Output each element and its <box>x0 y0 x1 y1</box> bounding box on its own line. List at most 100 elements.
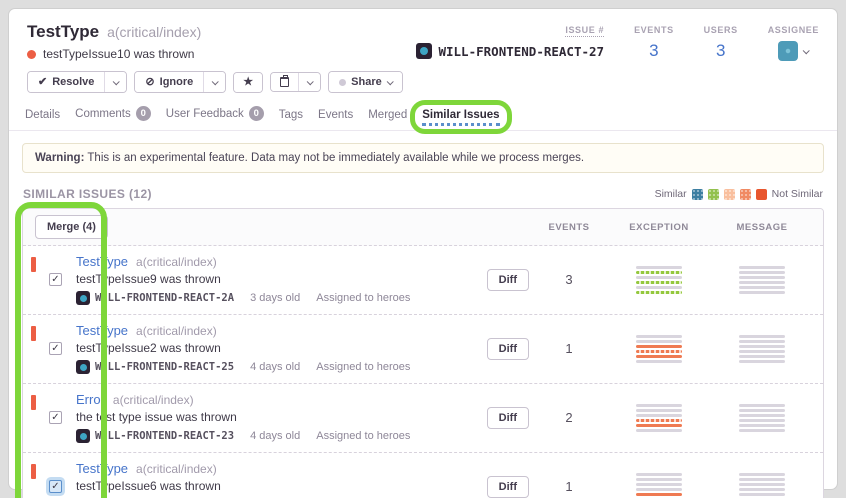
issue-link[interactable]: TestType <box>76 254 128 269</box>
tab-similar-issues[interactable]: Similar Issues <box>422 109 499 130</box>
issue-message: testTypeIssue2 was thrown <box>76 341 487 355</box>
similarity-bar <box>636 281 682 284</box>
similarity-bar <box>636 483 682 486</box>
share-button[interactable]: Share <box>329 72 402 92</box>
delete-button[interactable] <box>271 73 298 91</box>
issue-age: 3 days old <box>250 292 300 304</box>
table-row: ✓ Error a(critical/index) the test type … <box>23 384 823 453</box>
issue-short-id[interactable]: WILL-FRONTEND-REACT-27 <box>438 44 604 59</box>
similarity-bar <box>739 429 785 432</box>
merge-button[interactable]: Merge (4) <box>35 215 108 239</box>
users-count[interactable]: 3 <box>716 41 725 61</box>
ignore-dropdown-button[interactable] <box>203 72 225 92</box>
assignee-avatar <box>778 41 798 61</box>
legend-swatch-2 <box>708 189 719 200</box>
issue-link[interactable]: TestType <box>76 323 128 338</box>
events-count[interactable]: 3 <box>649 41 658 61</box>
project-platform-icon <box>76 360 90 374</box>
tab-user-feedback[interactable]: User Feedback0 <box>166 106 264 130</box>
message-similarity-graphic <box>713 404 811 432</box>
legend-swatch-3 <box>724 189 735 200</box>
ignore-button[interactable]: ⊘ Ignore <box>135 72 203 92</box>
table-header: Merge (4) EVENTS EXCEPTION MESSAGE <box>23 209 823 246</box>
column-header-events: EVENTS <box>533 222 605 233</box>
similarity-bar <box>636 340 682 343</box>
column-header-message: MESSAGE <box>713 222 811 233</box>
tab-details[interactable]: Details <box>25 109 60 130</box>
legend-swatch-5 <box>756 189 767 200</box>
similarity-bar <box>636 488 682 491</box>
action-toolbar: ✔ Resolve ⊘ Ignore ★ <box>9 61 837 102</box>
trash-icon <box>280 77 289 87</box>
assignee-selector[interactable] <box>778 41 808 61</box>
row-checkbox[interactable]: ✓ <box>49 480 62 493</box>
similarity-bar <box>739 483 785 486</box>
similarity-bar <box>636 345 682 348</box>
similarity-bar <box>739 350 785 353</box>
exception-similarity-graphic <box>605 266 713 294</box>
similarity-bar <box>636 409 682 412</box>
similarity-legend: Similar Not Similar <box>655 188 823 200</box>
mute-icon: ⊘ <box>145 77 154 88</box>
similarity-bar <box>739 360 785 363</box>
message-similarity-graphic <box>713 335 811 363</box>
tab-comments[interactable]: Comments0 <box>75 106 151 130</box>
row-checkbox[interactable]: ✓ <box>49 411 62 424</box>
message-similarity-graphic <box>713 473 811 498</box>
resolve-dropdown-button[interactable] <box>104 72 126 92</box>
issue-assigned: Assigned to heroes <box>316 430 410 442</box>
diff-button[interactable]: Diff <box>487 338 529 360</box>
similarity-bar <box>739 409 785 412</box>
diff-button[interactable]: Diff <box>487 269 529 291</box>
row-checkbox[interactable]: ✓ <box>49 273 62 286</box>
star-icon: ★ <box>243 77 253 88</box>
resolve-button[interactable]: ✔ Resolve <box>28 72 104 92</box>
share-status-icon <box>339 79 346 86</box>
issue-link[interactable]: Error <box>76 392 105 407</box>
message-similarity-graphic <box>713 266 811 294</box>
legend-similar-label: Similar <box>655 188 687 200</box>
similarity-bar <box>739 478 785 481</box>
warning-text: This is an experimental feature. Data ma… <box>84 152 584 164</box>
exception-similarity-graphic <box>605 404 713 432</box>
diff-button[interactable]: Diff <box>487 476 529 498</box>
similarity-bar <box>739 335 785 338</box>
error-level-bar <box>31 257 36 272</box>
chevron-down-icon <box>386 78 393 85</box>
issue-age: 4 days old <box>250 361 300 373</box>
issue-culprit: a(critical/index) <box>107 24 201 40</box>
project-platform-icon <box>76 291 90 305</box>
issue-message: testTypeIssue9 was thrown <box>76 272 487 286</box>
section-title: SIMILAR ISSUES (12) <box>23 187 152 201</box>
similarity-bar <box>739 488 785 491</box>
feedback-count-badge: 0 <box>249 106 264 121</box>
tab-events[interactable]: Events <box>318 109 353 130</box>
issue-culprit: a(critical/index) <box>113 393 194 407</box>
similarity-bar <box>636 419 682 422</box>
tab-tags[interactable]: Tags <box>279 109 303 130</box>
similarity-bar <box>739 419 785 422</box>
chevron-down-icon <box>212 78 219 85</box>
issue-message: testTypeIssue6 was thrown <box>76 479 487 493</box>
row-checkbox[interactable]: ✓ <box>49 342 62 355</box>
tab-merged[interactable]: Merged <box>368 109 407 130</box>
issue-message: the test type issue was thrown <box>76 410 487 424</box>
issue-link[interactable]: TestType <box>76 461 128 476</box>
table-row: ✓ TestType a(critical/index) testTypeIss… <box>23 315 823 384</box>
delete-dropdown-button[interactable] <box>298 73 320 91</box>
similarity-bar <box>636 355 682 358</box>
issue-title: TestType <box>27 22 99 42</box>
chevron-down-icon <box>307 78 314 85</box>
similarity-bar <box>636 291 682 294</box>
similarity-bar <box>636 424 682 427</box>
similar-issues-table: Merge (4) EVENTS EXCEPTION MESSAGE ✓ Tes… <box>22 208 824 498</box>
issue-assigned: Assigned to heroes <box>316 361 410 373</box>
bookmark-button[interactable]: ★ <box>234 73 262 92</box>
error-level-bar <box>31 326 36 341</box>
issue-detail-card: TestType a(critical/index) testTypeIssue… <box>8 8 838 490</box>
similarity-bar <box>636 350 682 353</box>
diff-button[interactable]: Diff <box>487 407 529 429</box>
similarity-bar <box>636 429 682 432</box>
table-row: ✓ TestType a(critical/index) testTypeIss… <box>23 246 823 315</box>
similarity-bar <box>739 266 785 269</box>
